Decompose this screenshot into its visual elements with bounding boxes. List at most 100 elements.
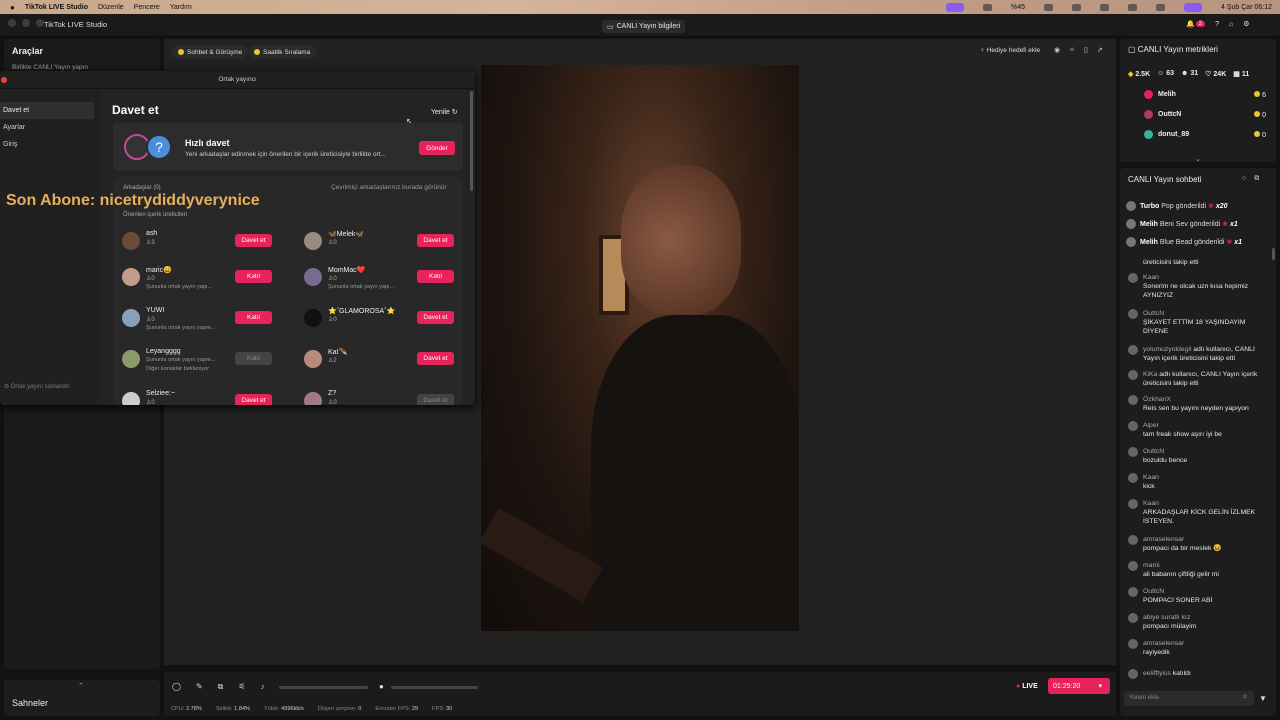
control-center-icon[interactable] <box>1184 2 1203 12</box>
chat-text: Reis sen bu yayını neyden yapıyon <box>1143 405 1249 412</box>
user-avatar[interactable] <box>122 268 140 286</box>
filter-icon[interactable]: ▼ <box>1259 694 1267 703</box>
menu-edit[interactable]: Düzenle <box>98 4 124 11</box>
chat-input-placeholder: Yorum ekle <box>1129 695 1159 701</box>
bluetooth-icon[interactable] <box>1072 3 1082 11</box>
menu-app-name[interactable]: TikTok LIVE Studio <box>25 4 88 11</box>
chat-user[interactable]: yolumuzyoldegil <box>1143 346 1191 353</box>
gift-message: Melih Blue Bead gönderildi ❀ x1 <box>1126 237 1242 247</box>
chat-message: yolumuzyoldegil adlı kullanıcı, CANLI Ya… <box>1128 345 1268 363</box>
live-timer-button[interactable]: 01:25:20 ▾ <box>1048 678 1110 694</box>
record-icon[interactable]: ◉ <box>1054 46 1060 54</box>
menu-help[interactable]: Yardım <box>170 4 192 11</box>
join-button[interactable]: Katıl <box>235 311 272 324</box>
grid-icon[interactable] <box>1100 3 1110 11</box>
share-icon[interactable]: ↗ <box>1097 46 1103 54</box>
user-avatar[interactable] <box>122 350 140 368</box>
nav-invite[interactable]: Davet et <box>0 102 94 119</box>
chat-user[interactable]: amraselensar <box>1128 535 1268 544</box>
moon-icon[interactable] <box>1044 3 1054 11</box>
join-button[interactable]: Katıl <box>235 270 272 283</box>
quick-invite-send-button[interactable]: Gönder <box>419 141 455 155</box>
chat-panel <box>1120 168 1276 716</box>
home-icon[interactable]: ⌂ <box>1229 21 1233 28</box>
speaker-icon[interactable]: ♪ <box>261 682 265 692</box>
speaker-volume-slider[interactable] <box>279 686 368 689</box>
chat-user[interactable]: Kaan <box>1128 473 1268 482</box>
mixer-icon[interactable]: ⚟ <box>238 682 245 692</box>
gift-goal-button[interactable]: ♀ Hediye hedefi ekle <box>980 47 1040 54</box>
phone-icon[interactable]: ▯ <box>1084 46 1088 54</box>
chat-message: üreticisini takip etti <box>1128 258 1268 267</box>
user-avatar[interactable] <box>304 350 322 368</box>
user-avatar[interactable] <box>304 232 322 250</box>
person-body <box>591 315 799 631</box>
bell-icon[interactable]: 🔔 <box>1186 20 1195 28</box>
chat-user[interactable]: mami <box>1128 561 1268 570</box>
nav-login[interactable]: Giriş <box>3 141 17 148</box>
status-icon[interactable] <box>983 3 992 11</box>
mic-icon[interactable]: ● <box>379 682 384 691</box>
help-icon[interactable]: ? <box>1215 21 1219 28</box>
layers-icon[interactable]: ⧉ <box>218 682 224 692</box>
chevron-up-icon[interactable]: ⌃ <box>78 682 84 690</box>
user-avatar[interactable] <box>122 232 140 250</box>
user-avatar[interactable] <box>304 309 322 327</box>
chat-text: adlı kullanıcı, CANLI Yayın içerik üreti… <box>1143 371 1258 387</box>
chevron-down-icon[interactable]: ▾ <box>1098 682 1102 690</box>
invite-button[interactable]: Davet et <box>417 352 454 365</box>
menu-window[interactable]: Pencere <box>134 4 160 11</box>
user-avatar[interactable] <box>122 309 140 327</box>
chat-user[interactable]: Kaan <box>1128 499 1268 508</box>
window-controls[interactable] <box>8 19 44 27</box>
rank-coins: 0 <box>1254 131 1266 139</box>
chat-user[interactable]: KiKa <box>1143 371 1157 378</box>
invite-button[interactable]: Davet et <box>235 394 272 405</box>
hourly-rank-chip[interactable]: Saatlik Sıralama <box>248 45 317 59</box>
rank-coins: 6 <box>1254 91 1266 99</box>
chat-scrollbar[interactable] <box>1272 248 1275 260</box>
dialog-scrollbar[interactable] <box>470 91 473 191</box>
user-avatar[interactable] <box>304 268 322 286</box>
popout-icon[interactable]: ⧉ <box>1254 175 1259 183</box>
settings-icon[interactable]: ○ <box>1242 175 1246 183</box>
end-cohost-button[interactable]: ⊘ Ortak yayını sonlandır <box>4 383 69 390</box>
chat-user[interactable]: Kaan <box>1128 273 1268 282</box>
ranking-row[interactable]: OuttcN 0 <box>1130 110 1270 122</box>
chat-user[interactable]: Alper <box>1128 421 1268 430</box>
user-avatar[interactable] <box>122 392 140 405</box>
pen-icon[interactable]: ✎ <box>196 682 203 692</box>
search-icon[interactable] <box>1156 3 1166 11</box>
chat-battle-chip[interactable]: Sohbet & Görüşme <box>172 45 249 59</box>
settings-icon[interactable]: ⚙ <box>1243 20 1249 28</box>
capture-icon[interactable]: ◯ <box>172 682 181 692</box>
refresh-button[interactable]: Yenile ↻ <box>431 108 458 116</box>
tools-sub[interactable]: Birlikte CANLI Yayın yapın <box>12 64 88 71</box>
chat-user[interactable]: eelifftyiss <box>1143 670 1171 677</box>
chat-user[interactable]: OuttcN <box>1128 447 1268 456</box>
screen-record-icon[interactable] <box>946 2 964 12</box>
chat-user[interactable]: abiye suratlı kız <box>1128 613 1268 622</box>
nav-settings[interactable]: Ayarlar <box>3 124 25 131</box>
chat-user[interactable]: OuttcN <box>1128 587 1268 596</box>
invite-button[interactable]: Davet et <box>235 234 272 247</box>
ranking-row[interactable]: donut_89 0 <box>1130 130 1270 142</box>
join-button[interactable]: Katıl <box>417 270 454 283</box>
invite-button[interactable]: Davet et <box>417 311 454 324</box>
emoji-icon[interactable]: ☺ <box>1242 694 1248 700</box>
chat-user[interactable]: amraselensar <box>1128 639 1268 648</box>
mic-volume-slider[interactable] <box>391 686 478 689</box>
user-avatar[interactable] <box>304 392 322 405</box>
chat-user[interactable]: OuttcN <box>1128 309 1268 318</box>
sparkle-icon[interactable]: ✧ <box>1069 46 1075 54</box>
chat-input[interactable]: Yorum ekle ☺ <box>1124 691 1254 706</box>
chat-text: tam freak show aşırı iyi be <box>1143 431 1222 438</box>
expand-chevron-icon[interactable]: ⌄ <box>1195 155 1201 163</box>
chat-user[interactable]: ÖzkhanX <box>1128 395 1268 404</box>
invite-button[interactable]: Davet et <box>417 234 454 247</box>
live-info-button[interactable]: ▭ CANLI Yayın bilgileri <box>602 20 686 33</box>
apple-icon[interactable]: ● <box>10 3 15 12</box>
user-name: maric😄 <box>146 267 172 274</box>
ranking-row[interactable]: Melih 6 <box>1130 90 1270 102</box>
wifi-icon[interactable] <box>1128 3 1138 11</box>
